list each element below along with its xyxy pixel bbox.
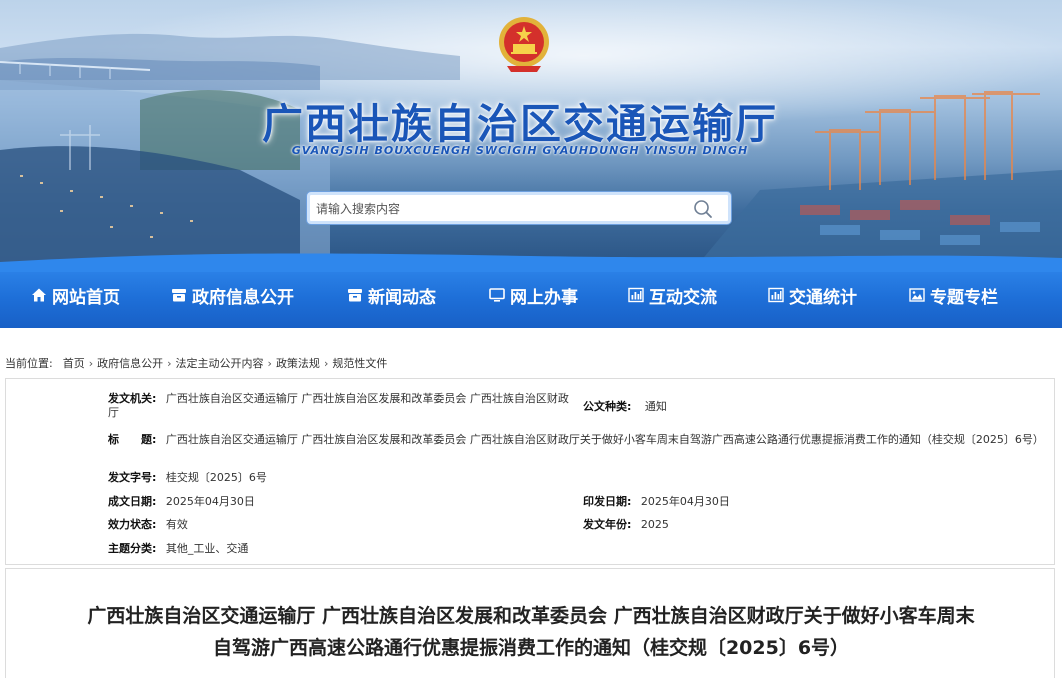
- nav-item-label: 新闻动态: [368, 287, 436, 308]
- year-row: 发文年份: 2025: [583, 518, 669, 532]
- status-value: 有效: [165, 518, 188, 531]
- issuer-value: 广西壮族自治区交通运输厅 广西壮族自治区发展和改革委员会 广西壮族自治区财政厅: [108, 392, 569, 419]
- monitor-icon: [489, 288, 505, 302]
- created-date-value: 2025年04月30日: [165, 495, 255, 508]
- nav-item-label: 专题专栏: [930, 287, 998, 308]
- year-value: 2025: [640, 518, 669, 531]
- year-label: 发文年份:: [583, 518, 632, 531]
- status-label: 效力状态:: [108, 518, 157, 531]
- header-banner: 广西壮族自治区交通运输厅 GVANGJSIH BOUXCUENGH SWCIGI…: [0, 0, 1062, 262]
- doc-no-row: 发文字号: 桂交规〔2025〕6号: [108, 471, 267, 485]
- title-row: 标 题: 广西壮族自治区交通运输厅 广西壮族自治区发展和改革委员会 广西壮族自治…: [108, 433, 1048, 447]
- issuer-row: 发文机关: 广西壮族自治区交通运输厅 广西壮族自治区发展和改革委员会 广西壮族自…: [108, 392, 578, 420]
- breadcrumb-item-mandatory-disclosure[interactable]: 法定主动公开内容: [176, 355, 264, 371]
- article-title-line-1: 广西壮族自治区交通运输厅 广西壮族自治区发展和改革委员会 广西壮族自治区财政厅关…: [87, 605, 975, 627]
- breadcrumb: 当前位置: 首页 › 政府信息公开 › 法定主动公开内容 › 政策法规 › 规范…: [5, 355, 387, 371]
- doc-type-value: 通知: [644, 400, 667, 413]
- home-icon: [32, 288, 46, 302]
- main-nav: 网站首页 政府信息公开 新闻动态 网上办事 互动交流 交通统计 专题专栏: [0, 253, 1062, 328]
- nav-item-online-service[interactable]: 网上办事: [489, 281, 578, 309]
- nav-item-label: 政府信息公开: [192, 287, 294, 308]
- search-icon[interactable]: [692, 198, 714, 220]
- nav-item-statistics[interactable]: 交通统计: [768, 281, 857, 309]
- news-icon: [348, 289, 362, 302]
- nav-item-home[interactable]: 网站首页: [31, 281, 120, 309]
- article-panel: 广西壮族自治区交通运输厅 广西壮族自治区发展和改革委员会 广西壮族自治区财政厅关…: [5, 568, 1055, 678]
- printed-date-value: 2025年04月30日: [640, 495, 730, 508]
- printed-date-row: 印发日期: 2025年04月30日: [583, 495, 730, 509]
- breadcrumb-item-home[interactable]: 首页: [63, 355, 85, 371]
- title-label: 标 题:: [108, 433, 157, 446]
- breadcrumb-item-policies[interactable]: 政策法规: [276, 355, 320, 371]
- doc-type-row: 公文种类: 通知: [583, 400, 667, 414]
- bar-chart-icon: [628, 287, 644, 303]
- nav-item-label: 交通统计: [789, 287, 857, 308]
- nav-item-label: 网上办事: [510, 287, 578, 308]
- site-title: 广西壮族自治区交通运输厅: [262, 100, 778, 148]
- breadcrumb-item-gov-info[interactable]: 政府信息公开: [97, 355, 163, 371]
- nav-item-label: 互动交流: [649, 287, 717, 308]
- search-input[interactable]: [316, 198, 676, 220]
- issuer-label: 发文机关:: [108, 392, 157, 405]
- site-subtitle: GVANGJSIH BOUXCUENGH SWCIGIH GYAUHDUNGH …: [291, 144, 749, 157]
- created-date-label: 成文日期:: [108, 495, 157, 508]
- status-row: 效力状态: 有效: [108, 518, 188, 532]
- search-box: [307, 192, 731, 224]
- archive-icon: [172, 289, 186, 302]
- breadcrumb-separator-icon: ›: [267, 356, 272, 370]
- title-value: 广西壮族自治区交通运输厅 广西壮族自治区发展和改革委员会 广西壮族自治区财政厅关…: [165, 433, 1044, 446]
- article-title: 广西壮族自治区交通运输厅 广西壮族自治区发展和改革委员会 广西壮族自治区财政厅关…: [26, 600, 1036, 664]
- breadcrumb-separator-icon: ›: [323, 356, 329, 370]
- topic-row: 主题分类: 其他_工业、交通: [108, 542, 248, 556]
- image-icon: [909, 288, 925, 302]
- nav-item-interaction[interactable]: 互动交流: [628, 281, 717, 309]
- created-date-row: 成文日期: 2025年04月30日: [108, 495, 255, 509]
- topic-value: 其他_工业、交通: [165, 542, 249, 555]
- breadcrumb-separator-icon: ›: [167, 356, 172, 370]
- bar-chart-icon: [768, 287, 784, 303]
- document-metadata-panel: 发文机关: 广西壮族自治区交通运输厅 广西壮族自治区发展和改革委员会 广西壮族自…: [5, 378, 1055, 565]
- national-emblem-icon: [499, 17, 549, 72]
- doc-no-label: 发文字号:: [108, 471, 157, 484]
- nav-item-label: 网站首页: [52, 287, 120, 308]
- nav-item-gov-info[interactable]: 政府信息公开: [171, 281, 294, 309]
- nav-top-curve: [0, 253, 1062, 272]
- article-title-line-2: 自驾游广西高速公路通行优惠提振消费工作的通知（桂交规〔2025〕6号）: [212, 637, 850, 659]
- breadcrumb-prefix: 当前位置:: [5, 357, 53, 370]
- topic-label: 主题分类:: [108, 542, 157, 555]
- breadcrumb-item-normative-docs[interactable]: 规范性文件: [332, 355, 387, 371]
- printed-date-label: 印发日期:: [583, 495, 632, 508]
- nav-item-news[interactable]: 新闻动态: [347, 281, 436, 309]
- doc-type-label: 公文种类:: [583, 400, 632, 413]
- breadcrumb-separator-icon: ›: [88, 356, 94, 370]
- doc-no-value: 桂交规〔2025〕6号: [165, 471, 267, 484]
- nav-item-special-topics[interactable]: 专题专栏: [909, 281, 998, 309]
